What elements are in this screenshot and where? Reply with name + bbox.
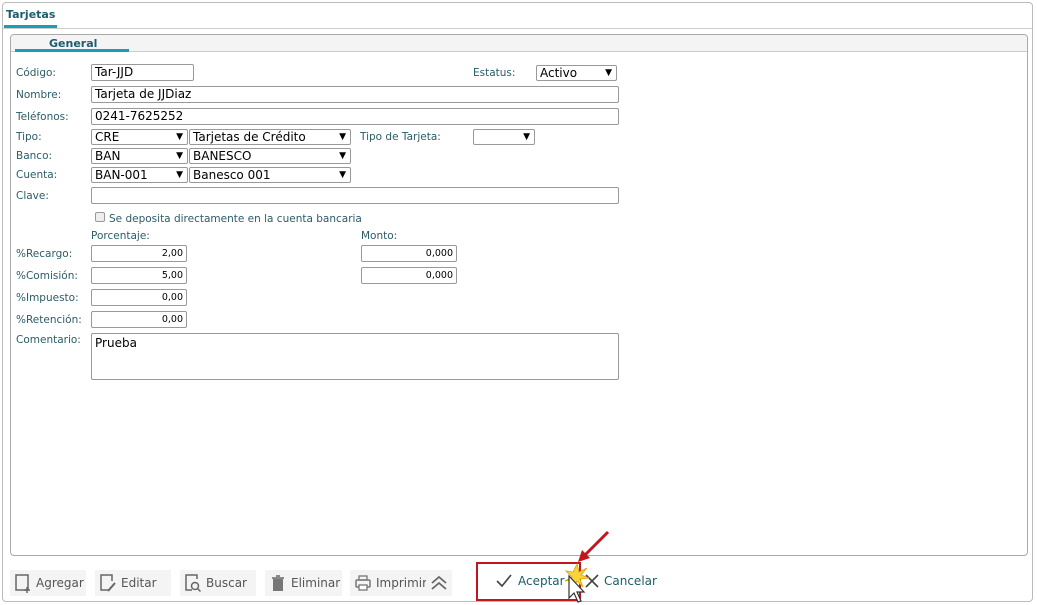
- comision-pct-input[interactable]: 5,00: [91, 267, 187, 284]
- editar-button[interactable]: Editar: [95, 570, 171, 596]
- printer-icon: [355, 575, 371, 591]
- comision-label: %Comisión:: [16, 270, 78, 282]
- dropdown-arrow-icon: ▼: [176, 132, 183, 142]
- tipo-desc: Tarjetas de Crédito: [193, 130, 306, 144]
- cuenta-code: BAN-001: [95, 168, 148, 182]
- dropdown-arrow-icon: ▼: [176, 151, 183, 161]
- banco-desc-select[interactable]: BANESCO ▼: [189, 148, 351, 164]
- comision-monto-input[interactable]: 0,000: [361, 267, 457, 284]
- dropdown-arrow-icon: ▼: [339, 132, 346, 142]
- impuesto-pct-input[interactable]: 0,00: [91, 289, 187, 306]
- codigo-input[interactable]: Tar-JJD: [91, 64, 194, 81]
- tipo-code-select[interactable]: CRE ▼: [91, 129, 188, 145]
- telefonos-label: Teléfonos:: [16, 111, 69, 123]
- eliminar-label: Eliminar: [291, 576, 341, 590]
- agregar-button[interactable]: Agregar: [10, 570, 86, 596]
- edit-icon: [100, 574, 116, 592]
- tab-tarjetas[interactable]: Tarjetas: [6, 8, 55, 21]
- nombre-label: Nombre:: [16, 89, 62, 101]
- recargo-label: %Recargo:: [16, 248, 73, 260]
- deposito-checkbox[interactable]: [95, 212, 105, 222]
- subtab-bar: [11, 35, 1027, 52]
- divider: [3, 28, 1032, 29]
- nombre-input[interactable]: Tarjeta de JJDiaz: [91, 86, 619, 103]
- chevron-double-up-icon: [431, 575, 447, 590]
- trash-icon: [272, 575, 284, 591]
- agregar-label: Agregar: [36, 576, 84, 590]
- dropdown-arrow-icon: ▼: [339, 151, 346, 161]
- collapse-button[interactable]: [426, 570, 452, 596]
- tipo-code: CRE: [95, 130, 120, 144]
- monto-header: Monto:: [361, 230, 398, 242]
- estatus-value: Activo: [540, 66, 578, 80]
- cuenta-label: Cuenta:: [16, 169, 58, 181]
- buscar-button[interactable]: Buscar: [180, 570, 256, 596]
- tipo-tarjeta-label: Tipo de Tarjeta:: [360, 131, 441, 143]
- codigo-label: Código:: [16, 67, 56, 79]
- tipo-desc-select[interactable]: Tarjetas de Crédito ▼: [189, 129, 351, 145]
- cuenta-desc-select[interactable]: Banesco 001 ▼: [189, 167, 351, 183]
- banco-desc: BANESCO: [193, 149, 252, 163]
- banco-label: Banco:: [16, 150, 53, 162]
- clave-label: Clave:: [16, 190, 49, 202]
- comentario-label: Comentario:: [16, 334, 81, 346]
- editar-label: Editar: [121, 576, 157, 590]
- dropdown-arrow-icon: ▼: [339, 170, 346, 180]
- retencion-label: %Retención:: [16, 314, 82, 326]
- annotation-arrow-cursor: [564, 530, 610, 603]
- dropdown-arrow-icon: ▼: [523, 132, 530, 142]
- telefonos-input[interactable]: 0241-7625252: [91, 108, 619, 125]
- impuesto-label: %Impuesto:: [16, 292, 79, 304]
- tab-underline: [15, 49, 129, 52]
- recargo-monto-input[interactable]: 0,000: [361, 245, 457, 262]
- eliminar-button[interactable]: Eliminar: [265, 570, 342, 596]
- cuenta-desc: Banesco 001: [193, 168, 271, 182]
- retencion-pct-input[interactable]: 0,00: [91, 311, 187, 328]
- check-icon: [496, 574, 512, 588]
- dropdown-arrow-icon: ▼: [605, 68, 612, 78]
- buscar-label: Buscar: [206, 576, 247, 590]
- estatus-label: Estatus:: [473, 67, 516, 79]
- dropdown-arrow-icon: ▼: [176, 170, 183, 180]
- recargo-pct-input[interactable]: 2,00: [91, 245, 187, 262]
- tipo-tarjeta-select[interactable]: ▼: [473, 129, 535, 145]
- imprimir-label: Imprimir: [376, 576, 428, 590]
- aceptar-button[interactable]: Aceptar: [495, 573, 565, 589]
- clave-input[interactable]: [91, 187, 619, 204]
- search-document-icon: [185, 574, 202, 593]
- comentario-textarea[interactable]: Prueba: [91, 333, 619, 380]
- banco-code: BAN: [95, 149, 121, 163]
- cuenta-code-select[interactable]: BAN-001 ▼: [91, 167, 188, 183]
- imprimir-button[interactable]: Imprimir: [350, 570, 428, 596]
- porcentaje-header: Porcentaje:: [91, 230, 150, 242]
- add-document-icon: [15, 574, 30, 593]
- banco-code-select[interactable]: BAN ▼: [91, 148, 188, 164]
- tipo-label: Tipo:: [16, 131, 42, 143]
- estatus-select[interactable]: Activo ▼: [536, 65, 617, 81]
- deposito-label: Se deposita directamente en la cuenta ba…: [109, 213, 362, 225]
